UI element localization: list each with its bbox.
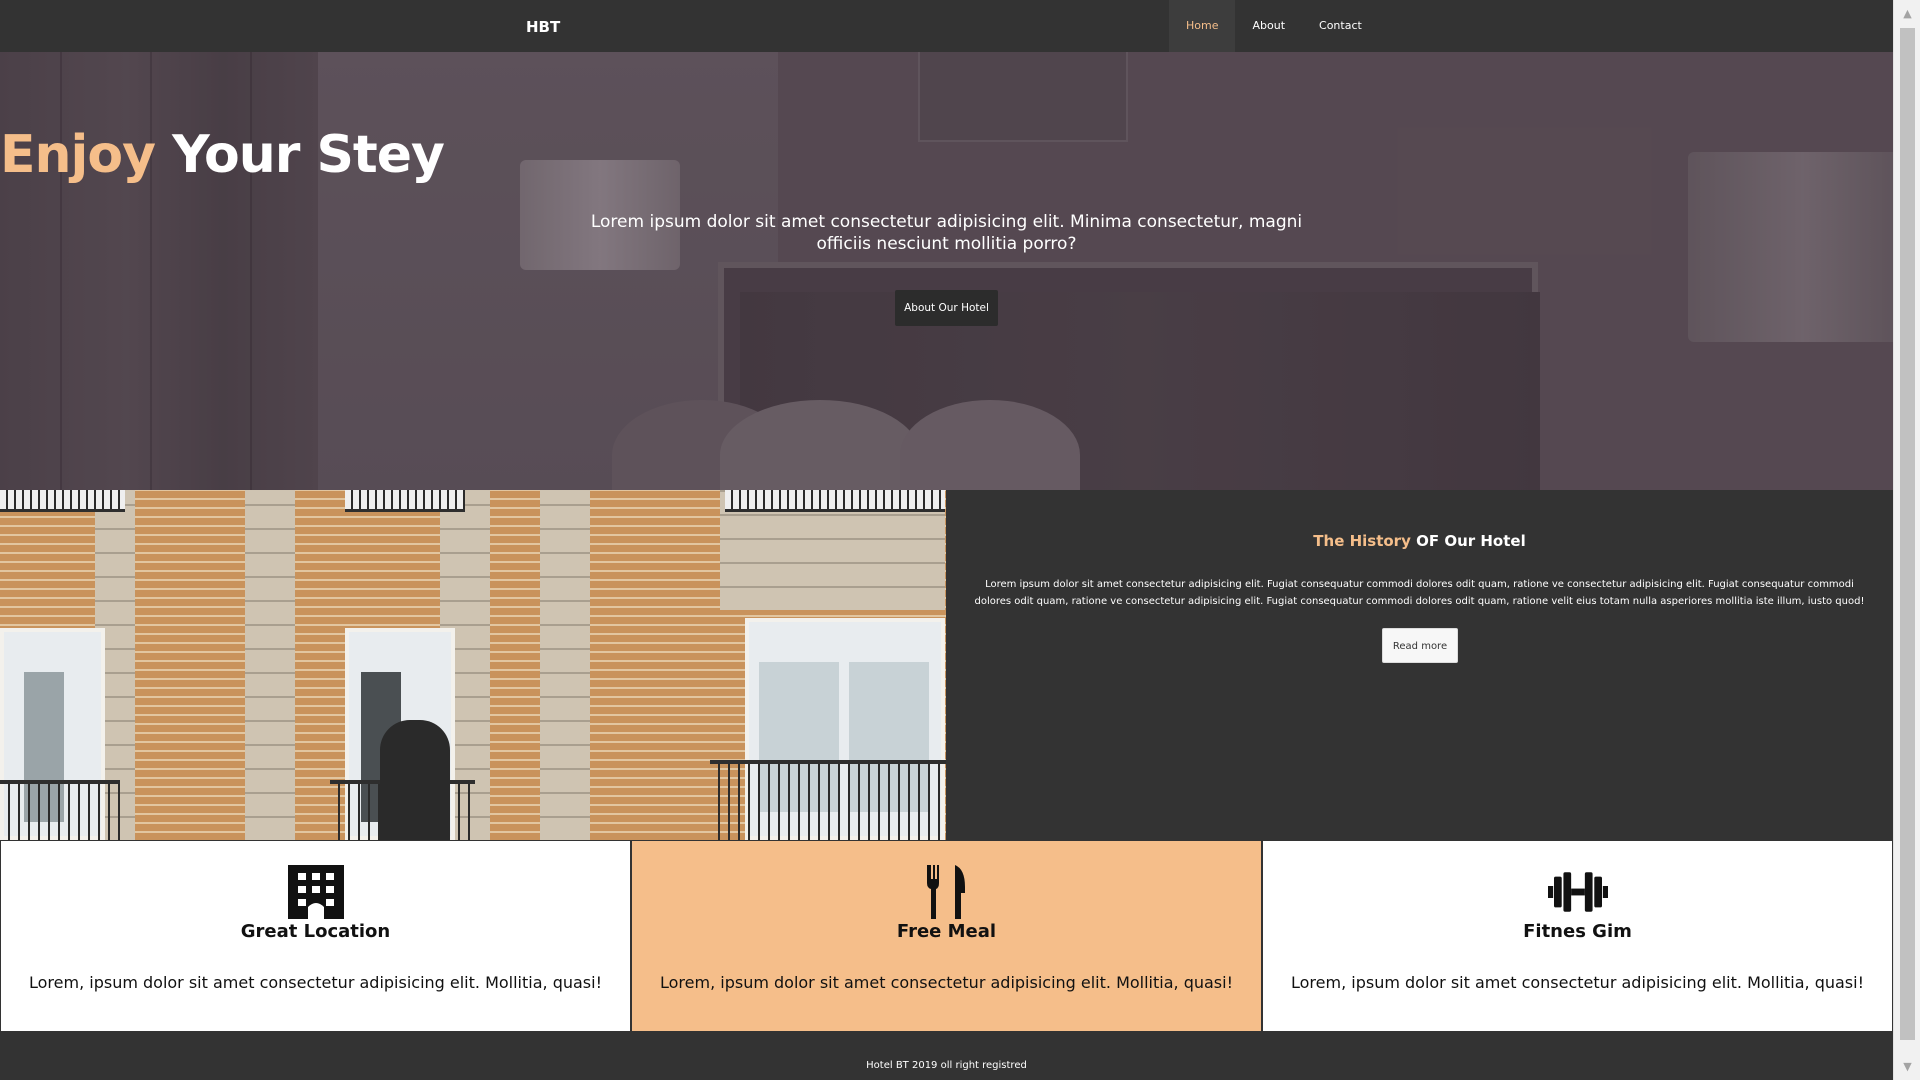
stone-column bbox=[540, 490, 590, 840]
balcony-railing bbox=[345, 490, 465, 512]
hero-text: Lorem ipsum dolor sit amet consectetur a… bbox=[590, 212, 1303, 254]
dumbbell-icon bbox=[1547, 872, 1608, 912]
feature-text: Lorem, ipsum dolor sit amet consectetur … bbox=[29, 973, 602, 992]
building-icon bbox=[287, 865, 344, 919]
vertical-scrollbar[interactable]: ▲ ▼ bbox=[1893, 0, 1920, 1080]
feature-card-meal: Free Meal Lorem, ipsum dolor sit amet co… bbox=[631, 840, 1262, 1032]
read-more-button[interactable]: Read more bbox=[1382, 628, 1458, 663]
history-text: Lorem ipsum dolor sit amet consectetur a… bbox=[974, 579, 1865, 607]
scroll-down-icon[interactable]: ▼ bbox=[1894, 1053, 1920, 1080]
feature-title: Free Meal bbox=[896, 921, 997, 942]
brand-logo[interactable]: HBT bbox=[526, 0, 560, 52]
history-title: The History OF Our Hotel bbox=[946, 532, 1893, 550]
navbar: HBT Home About Contact bbox=[0, 0, 1893, 52]
scroll-up-icon[interactable]: ▲ bbox=[1894, 0, 1920, 27]
history-section: The History OF Our Hotel Lorem ipsum dol… bbox=[946, 490, 1893, 840]
street-lamp bbox=[380, 720, 450, 840]
hero-title: Enjoy Your Stey bbox=[0, 125, 1893, 185]
balcony-railing bbox=[725, 490, 945, 512]
hero-overlay bbox=[0, 52, 1893, 490]
nav-item-home[interactable]: Home bbox=[1169, 0, 1236, 52]
balcony-railing bbox=[0, 490, 125, 512]
feature-text: Lorem, ipsum dolor sit amet consectetur … bbox=[660, 973, 1233, 992]
utensils-icon bbox=[926, 865, 965, 919]
footer-copyright: Hotel BT 2019 oll right registred bbox=[866, 1060, 1027, 1071]
feature-card-location: Great Location Lorem, ipsum dolor sit am… bbox=[0, 840, 631, 1032]
footer: Hotel BT 2019 oll right registred bbox=[0, 1032, 1893, 1080]
hotel-building-image bbox=[0, 490, 946, 840]
feature-text: Lorem, ipsum dolor sit amet consectetur … bbox=[1291, 973, 1864, 992]
feature-title: Fitnes Gim bbox=[1523, 921, 1632, 942]
history-title-accent: The History bbox=[1313, 532, 1411, 550]
about-hotel-button[interactable]: About Our Hotel bbox=[895, 290, 998, 326]
hero-title-accent: Enjoy bbox=[0, 125, 156, 185]
hero-title-rest: Your Stey bbox=[155, 125, 445, 185]
page: HBT Home About Contact Enjoy Your Stey L… bbox=[0, 0, 1893, 1080]
nav-menu: Home About Contact bbox=[1169, 0, 1379, 52]
features-section: Great Location Lorem, ipsum dolor sit am… bbox=[0, 840, 1893, 1032]
hero-section: Enjoy Your Stey Lorem ipsum dolor sit am… bbox=[0, 52, 1893, 490]
balcony-railing bbox=[0, 780, 120, 840]
scrollbar-thumb[interactable] bbox=[1900, 28, 1915, 1040]
feature-title: Great Location bbox=[240, 921, 391, 942]
nav-item-about[interactable]: About bbox=[1235, 0, 1302, 52]
nav-item-contact[interactable]: Contact bbox=[1302, 0, 1379, 52]
balcony-railing bbox=[710, 760, 946, 840]
feature-card-gym: Fitnes Gim Lorem, ipsum dolor sit amet c… bbox=[1262, 840, 1893, 1032]
stone-column bbox=[245, 490, 295, 840]
history-title-rest: OF Our Hotel bbox=[1410, 532, 1526, 550]
